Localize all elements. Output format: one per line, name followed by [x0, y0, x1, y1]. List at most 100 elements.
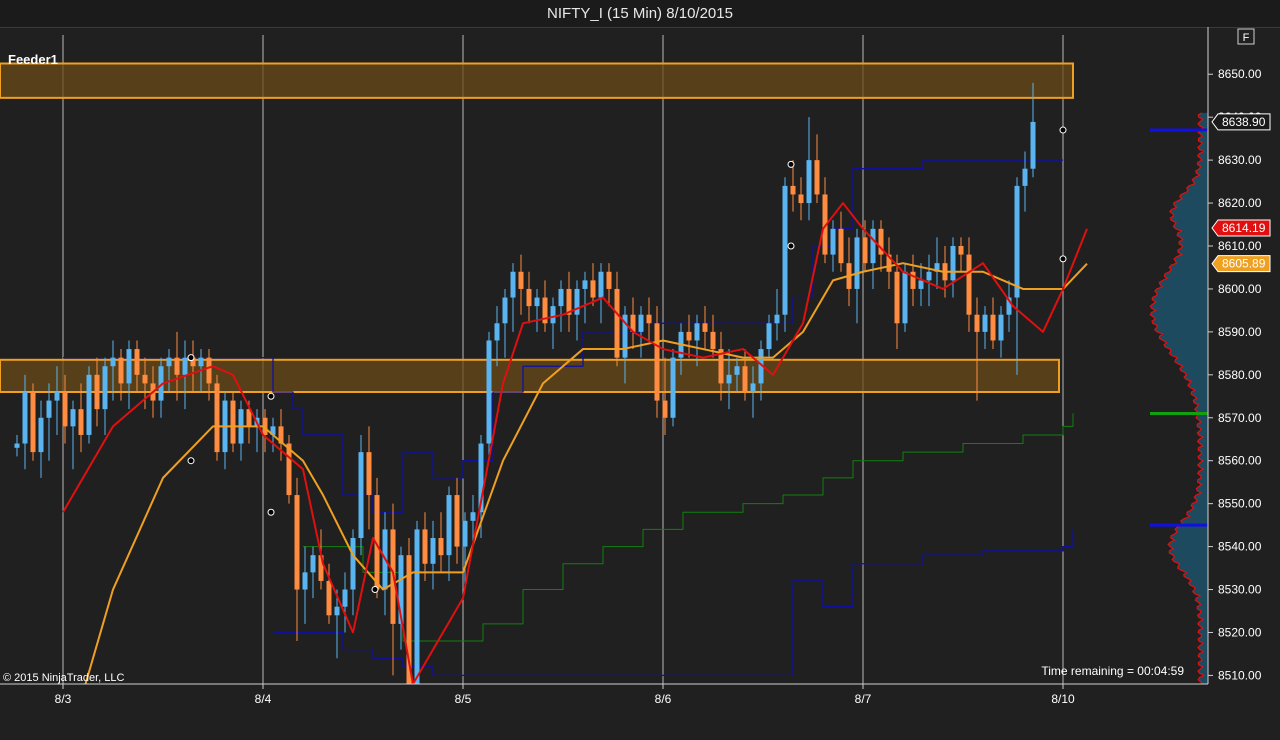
candle[interactable]	[422, 512, 428, 581]
candle[interactable]	[838, 211, 844, 272]
candle[interactable]	[230, 392, 236, 453]
candle-body	[22, 392, 28, 444]
candle-body	[774, 314, 780, 324]
candle-body	[534, 297, 540, 307]
candle[interactable]	[342, 572, 348, 633]
candle[interactable]	[1006, 280, 1012, 332]
candle[interactable]	[558, 280, 564, 332]
candle[interactable]	[590, 263, 596, 307]
candle-body	[414, 529, 420, 684]
candle-body	[110, 357, 116, 367]
candle[interactable]	[550, 297, 556, 350]
candle[interactable]	[870, 220, 876, 289]
candle[interactable]	[502, 288, 508, 358]
candle[interactable]	[350, 529, 356, 616]
candle[interactable]	[814, 134, 820, 204]
candle[interactable]	[310, 546, 316, 599]
candle-body	[574, 288, 580, 315]
candle[interactable]	[222, 392, 228, 470]
candle[interactable]	[414, 520, 420, 719]
candle[interactable]	[78, 383, 84, 453]
candle[interactable]	[382, 512, 388, 616]
candle[interactable]	[302, 546, 308, 624]
candle[interactable]	[70, 400, 76, 470]
candle[interactable]	[454, 477, 460, 564]
candle[interactable]	[534, 288, 540, 332]
y-tick-label: 8600.00	[1218, 282, 1262, 296]
candle[interactable]	[926, 254, 932, 307]
candle[interactable]	[854, 228, 860, 324]
candle[interactable]	[254, 409, 260, 453]
candle[interactable]	[886, 237, 892, 289]
candle[interactable]	[782, 177, 788, 332]
candle-body	[198, 357, 204, 367]
candle-body	[598, 271, 604, 298]
candle[interactable]	[830, 220, 836, 272]
candle[interactable]	[30, 383, 36, 461]
candle[interactable]	[894, 254, 900, 350]
corner-button[interactable]: F	[1237, 28, 1255, 45]
candle[interactable]	[526, 271, 532, 324]
candle[interactable]	[366, 426, 372, 530]
candle[interactable]	[958, 237, 964, 272]
candle[interactable]	[510, 263, 516, 332]
candle[interactable]	[214, 374, 220, 461]
candle[interactable]	[774, 288, 780, 341]
candle[interactable]	[806, 117, 812, 221]
candle-body	[422, 529, 428, 564]
candle[interactable]	[358, 434, 364, 556]
candle[interactable]	[126, 340, 132, 410]
candle[interactable]	[606, 263, 612, 307]
candle[interactable]	[630, 297, 636, 350]
candle[interactable]	[102, 357, 108, 435]
candle[interactable]	[542, 280, 548, 332]
candle-body	[550, 306, 556, 324]
candle[interactable]	[998, 306, 1004, 358]
candle[interactable]	[966, 237, 972, 332]
candle[interactable]	[46, 383, 52, 461]
candle[interactable]	[518, 254, 524, 315]
candle[interactable]	[822, 177, 828, 264]
candle[interactable]	[694, 314, 700, 367]
upper-band-line	[63, 159, 1063, 513]
candle[interactable]	[390, 503, 396, 676]
candle[interactable]	[670, 349, 676, 427]
candle[interactable]	[38, 400, 44, 478]
candle[interactable]	[686, 314, 692, 358]
candle[interactable]	[846, 237, 852, 307]
candle[interactable]	[486, 331, 492, 461]
candle-body	[470, 512, 476, 521]
candle[interactable]	[446, 486, 452, 581]
candle[interactable]	[934, 237, 940, 289]
candle[interactable]	[598, 263, 604, 324]
candle[interactable]	[646, 297, 652, 341]
candle[interactable]	[430, 520, 436, 590]
candle[interactable]	[982, 306, 988, 350]
candle[interactable]	[238, 400, 244, 461]
candle[interactable]	[726, 349, 732, 410]
candle[interactable]	[582, 271, 588, 324]
candle[interactable]	[910, 254, 916, 307]
candle[interactable]	[614, 271, 620, 367]
candle[interactable]	[294, 477, 300, 642]
candle[interactable]	[990, 297, 996, 350]
candle[interactable]	[798, 177, 804, 221]
candle[interactable]	[86, 366, 92, 444]
candle[interactable]	[494, 306, 500, 367]
candle[interactable]	[638, 306, 644, 358]
candle[interactable]	[438, 512, 444, 573]
candle[interactable]	[918, 263, 924, 307]
candle-layer	[14, 82, 1036, 719]
candle[interactable]	[766, 314, 772, 358]
candle[interactable]	[14, 434, 20, 457]
candle-body	[702, 323, 708, 332]
candle-body	[118, 357, 124, 384]
candle[interactable]	[1014, 177, 1020, 375]
candle[interactable]	[286, 434, 292, 504]
candle[interactable]	[702, 306, 708, 350]
candle[interactable]	[950, 237, 956, 298]
candle-body	[182, 357, 188, 375]
candle[interactable]	[566, 271, 572, 332]
price-chart[interactable]: 8/3 8/4 8/5 8/6 8/7 8/10 8510.00 8520.00 8530.00…	[0, 27, 1280, 740]
candle[interactable]	[406, 538, 412, 718]
